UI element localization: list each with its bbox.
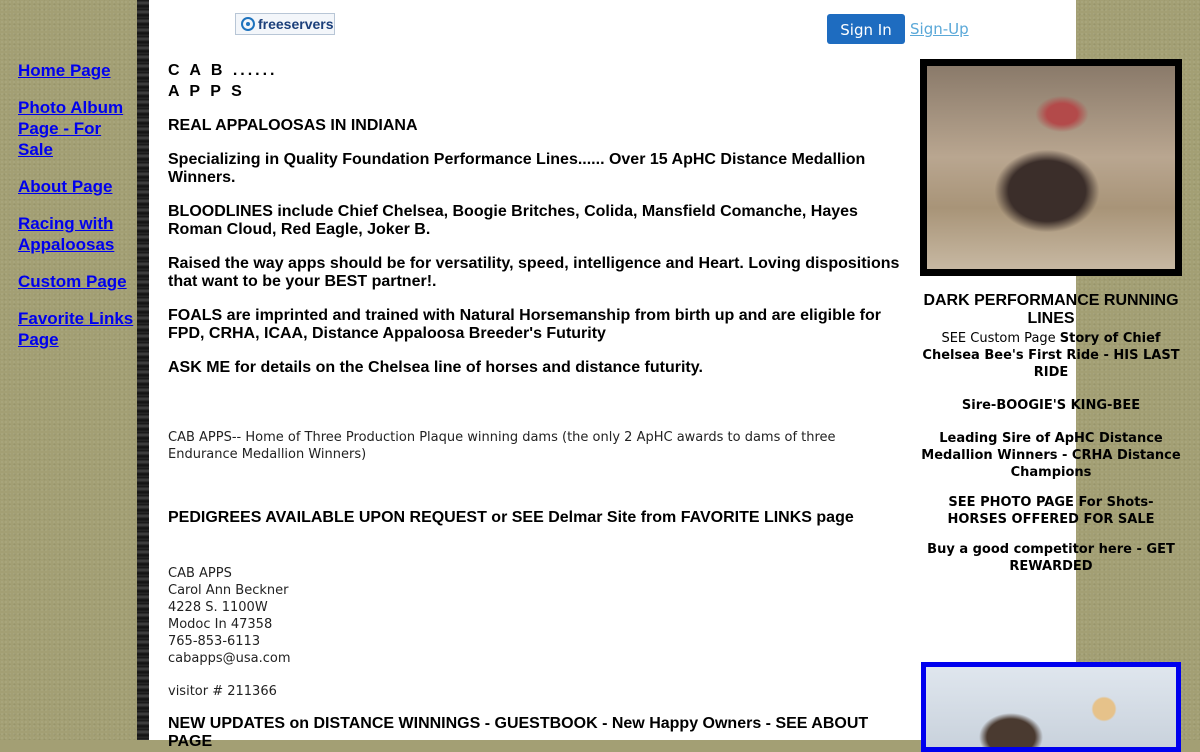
sidebar-nav: Home Page Photo Album Page - For Sale Ab… bbox=[18, 60, 138, 366]
main-content: C A B ...... A P P S REAL APPALOOSAS IN … bbox=[168, 60, 908, 751]
updates-text: NEW UPDATES on DISTANCE WINNINGS - GUEST… bbox=[168, 715, 869, 750]
paragraph-bloodlines: BLOODLINES include Chief Chelsea, Boogie… bbox=[168, 203, 858, 238]
see-custom-page: SEE Custom Page Story of Chief Chelsea B… bbox=[920, 330, 1182, 381]
see-custom-prefix: SEE Custom Page bbox=[941, 331, 1060, 346]
plaque-text: CAB APPS-- Home of Three Production Plaq… bbox=[168, 430, 836, 462]
paragraph-foals: FOALS are imprinted and trained with Nat… bbox=[168, 307, 881, 342]
freeservers-logo-icon bbox=[241, 17, 255, 31]
paragraph-ask-me: ASK ME for details on the Chelsea line o… bbox=[168, 359, 703, 376]
nav-home-page[interactable]: Home Page bbox=[18, 60, 138, 81]
paragraph-raised: Raised the way apps should be for versat… bbox=[168, 255, 900, 290]
contact-phone: 765-853-6113 bbox=[168, 634, 261, 649]
contact-address: 4228 S. 1100W bbox=[168, 600, 268, 615]
main-heading: REAL APPALOOSAS IN INDIANA bbox=[168, 117, 418, 134]
freeservers-logo-text: freeservers bbox=[258, 16, 334, 32]
sign-up-link[interactable]: Sign-Up bbox=[910, 20, 969, 38]
horse-rider-photo bbox=[920, 59, 1182, 276]
horse-rider-image bbox=[927, 66, 1175, 269]
nav-photo-album[interactable]: Photo Album Page - For Sale bbox=[18, 97, 138, 160]
visitor-counter: visitor # 211366 bbox=[168, 684, 277, 699]
title-line-1: C A B ...... bbox=[168, 62, 278, 79]
sire-text: Sire-BOOGIE'S KING-BEE bbox=[961, 398, 1141, 413]
nav-about-page[interactable]: About Page bbox=[18, 176, 138, 197]
leading-sire-text: Leading Sire of ApHC Distance Medallion … bbox=[921, 431, 1181, 480]
pedigrees-text: PEDIGREES AVAILABLE UPON REQUEST or SEE … bbox=[168, 509, 854, 526]
buy-text: Buy a good competitor here - GET REWARDE… bbox=[927, 542, 1175, 574]
contact-email: cabapps@usa.com bbox=[168, 651, 291, 666]
contact-city: Modoc In 47358 bbox=[168, 617, 273, 632]
contact-name2: Carol Ann Beckner bbox=[168, 583, 289, 598]
paragraph-specializing: Specializing in Quality Foundation Perfo… bbox=[168, 151, 866, 186]
sign-in-button[interactable]: Sign In bbox=[827, 14, 905, 44]
nav-favorite-links[interactable]: Favorite Links Page bbox=[18, 308, 138, 350]
nav-custom-page[interactable]: Custom Page bbox=[18, 271, 138, 292]
contact-block: CAB APPS Carol Ann Beckner 4228 S. 1100W… bbox=[168, 565, 908, 667]
second-horse-photo bbox=[921, 662, 1181, 752]
freeservers-logo[interactable]: freeservers bbox=[235, 13, 335, 35]
contact-name1: CAB APPS bbox=[168, 566, 232, 581]
right-column: DARK PERFORMANCE RUNNING LINES SEE Custo… bbox=[920, 292, 1182, 575]
photo-page-text: SEE PHOTO PAGE For Shots- HORSES OFFERED… bbox=[947, 495, 1155, 527]
title-line-2: A P P S bbox=[168, 83, 245, 100]
decorative-border bbox=[137, 0, 149, 740]
nav-racing[interactable]: Racing with Appaloosas bbox=[18, 213, 138, 255]
right-heading: DARK PERFORMANCE RUNNING LINES bbox=[923, 292, 1179, 327]
